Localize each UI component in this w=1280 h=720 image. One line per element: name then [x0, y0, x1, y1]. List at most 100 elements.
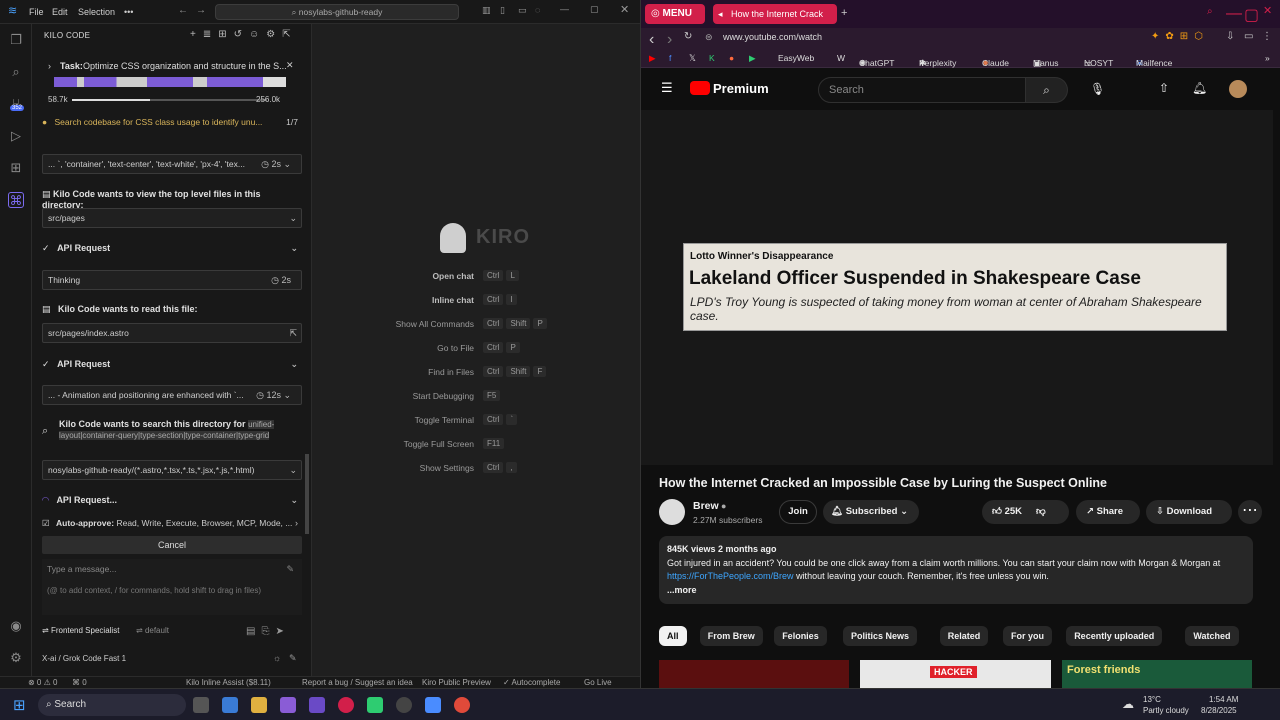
profile-selector[interactable]: ⇌ default [136, 626, 169, 640]
minimize-icon[interactable]: — [560, 4, 569, 14]
app-icon-1[interactable] [280, 697, 296, 713]
youtube-bookmark-icon[interactable]: ▶ [649, 53, 656, 64]
description-box[interactable]: 845K views 2 months ago Got injured in a… [659, 536, 1253, 604]
shortcut-label[interactable]: Open chat [432, 271, 474, 281]
thinking-box[interactable]: Thinking ◷ 2s [42, 270, 302, 290]
api-request-pending[interactable]: ◠ API Request... ⌄ [42, 495, 302, 506]
video-thumbnail-3[interactable]: Forest friends [1062, 660, 1252, 688]
bookmark-easyweb[interactable]: EasyWeb [778, 53, 814, 63]
url-field[interactable]: www.youtube.com/watch [723, 32, 822, 42]
cancel-button[interactable]: Cancel [42, 536, 302, 554]
feedback-icon[interactable]: ✎ [289, 653, 297, 664]
download-icon[interactable]: ⇩ [1226, 31, 1234, 42]
scrollbar[interactable] [305, 454, 309, 534]
app-icon-3[interactable] [367, 697, 383, 713]
filter-chip[interactable]: Related [939, 626, 989, 646]
menu-file[interactable]: File [29, 7, 44, 17]
youtube-premium-logo[interactable]: Premium [713, 81, 769, 96]
windows-start-icon[interactable]: ⊞ [13, 696, 26, 714]
more-bookmarks-icon[interactable]: » [1265, 53, 1270, 63]
weather-desc[interactable]: Partly cloudy [1143, 706, 1189, 715]
filter-chip[interactable]: Recently uploaded [1066, 626, 1163, 646]
show-more-link[interactable]: ...more [667, 584, 1245, 598]
model-label[interactable]: X-ai / Grok Code Fast 1 [42, 654, 126, 663]
plus-icon[interactable]: + [190, 29, 203, 40]
filter-chip[interactable]: All [659, 626, 687, 646]
video-thumbnail-1[interactable] [659, 660, 849, 688]
open-external-icon[interactable]: ⇱ [289, 324, 297, 342]
history-list-icon[interactable]: ≣ [203, 29, 218, 40]
like-count[interactable]: 25K [1005, 506, 1022, 517]
microphone-icon[interactable]: 🎙︎ [1090, 82, 1105, 96]
menu-more[interactable]: ••• [124, 7, 133, 17]
menu-edit[interactable]: Edit [52, 7, 68, 17]
attach-icon[interactable]: ⎘ [261, 626, 275, 637]
autocomplete-status[interactable]: ✓ Autocomplete [503, 678, 560, 687]
close-icon[interactable]: ✕ [620, 3, 629, 16]
reasoning-box-2[interactable]: ... - Animation and positioning are enha… [42, 385, 302, 405]
reddit-bookmark-icon[interactable]: ● [729, 53, 734, 63]
tab-youtube[interactable]: ◂ How the Internet Crack [713, 4, 837, 24]
command-center-search[interactable]: ⌕ nosylabs-github-ready [215, 4, 459, 20]
api-request-header-2[interactable]: ✓ API Request ⌄ [42, 359, 302, 370]
copilot-icon[interactable] [222, 697, 238, 713]
more-icon[interactable]: ⋮ [1262, 31, 1272, 42]
history-icon[interactable]: ↺ [234, 29, 249, 40]
back-icon[interactable]: ‹ [649, 31, 654, 49]
search-tabs-icon[interactable]: ⌕ [1207, 6, 1213, 17]
dislike-icon[interactable]: 👎︎ [1036, 506, 1046, 517]
shortcut-label[interactable]: Show All Commands [396, 319, 474, 329]
forward-arrow-icon[interactable]: → [196, 5, 206, 16]
chrome-icon[interactable] [454, 697, 470, 713]
x-bookmark-icon[interactable]: 𝕏 [689, 53, 696, 64]
menu-selection[interactable]: Selection [78, 7, 115, 17]
account-icon[interactable]: ◉ [8, 618, 24, 634]
app-icon-4[interactable] [425, 697, 441, 713]
hamburger-menu-icon[interactable]: ☰ [661, 80, 673, 96]
bug-icon[interactable]: ☼ [273, 653, 281, 663]
path-box[interactable]: src/pages ⌄ [42, 208, 302, 228]
run-debug-icon[interactable]: ▷ [8, 128, 24, 144]
filter-chip[interactable]: Watched [1185, 626, 1239, 646]
shortcut-label[interactable]: Start Debugging [413, 391, 474, 401]
sidebar-toggle-icon[interactable]: ▯ [500, 5, 505, 16]
filter-chip[interactable]: From Brew [699, 626, 763, 646]
maximize-icon[interactable]: ▢ [590, 4, 599, 15]
shortcut-label[interactable]: Show Settings [420, 463, 474, 473]
more-actions-icon[interactable]: ⋯ [1238, 500, 1262, 524]
api-request-header[interactable]: ✓ API Request ⌄ [42, 243, 302, 254]
extensions-icon[interactable]: ⊞ [8, 160, 24, 176]
reasoning-box[interactable]: ... `, 'container', 'text-center', 'text… [42, 154, 302, 174]
clock-time[interactable]: 1:54 AM [1209, 695, 1238, 704]
todo-row[interactable]: ● Search codebase for CSS class usage to… [42, 117, 302, 131]
shortcut-label[interactable]: Toggle Full Screen [404, 439, 474, 449]
maximize-icon[interactable]: ▢ [1244, 5, 1259, 25]
close-icon[interactable]: ✕ [1263, 4, 1272, 17]
join-button[interactable]: Join [779, 500, 817, 524]
youtube-logo-icon[interactable] [690, 81, 710, 95]
report-bug-status[interactable]: Report a bug / Suggest an idea [302, 678, 413, 687]
wordpress-bookmark-icon[interactable]: W [837, 53, 845, 63]
panel-toggle-icon[interactable]: ▭ [518, 5, 527, 16]
preview-status[interactable]: Kiro Public Preview [422, 678, 491, 687]
subscribed-button[interactable]: 🔔︎ Subscribed ⌄ [823, 500, 919, 524]
wallet-icon[interactable]: ▭ [1244, 31, 1253, 42]
avatar[interactable] [1229, 80, 1247, 98]
file-explorer-icon[interactable] [251, 697, 267, 713]
back-arrow-icon[interactable]: ← [178, 5, 188, 16]
github-icon[interactable] [396, 697, 412, 713]
upload-icon[interactable]: ⇧ [1159, 81, 1169, 95]
reload-icon[interactable]: ↻ [684, 31, 692, 42]
enhance-prompt-icon[interactable]: ✎ [286, 564, 294, 575]
weather-temp[interactable]: 13°C [1143, 695, 1161, 704]
kilo-code-icon[interactable]: ⌘ [8, 192, 24, 208]
auto-approve-row[interactable]: ☑ Auto-approve: Read, Write, Execute, Br… [42, 518, 302, 529]
filter-chip[interactable]: Politics News [843, 626, 918, 646]
settings-gear-icon[interactable]: ⚙ [8, 650, 24, 666]
site-info-icon[interactable]: ⊜ [705, 32, 713, 43]
shortcut-label[interactable]: Toggle Terminal [415, 415, 474, 425]
opera-menu-button[interactable]: ◎ MENU [645, 4, 705, 24]
image-icon[interactable]: ▤ [246, 626, 261, 637]
ports-status[interactable]: ⌘ 0 [72, 678, 87, 687]
taskbar-search[interactable]: ⌕ Search [38, 694, 186, 716]
